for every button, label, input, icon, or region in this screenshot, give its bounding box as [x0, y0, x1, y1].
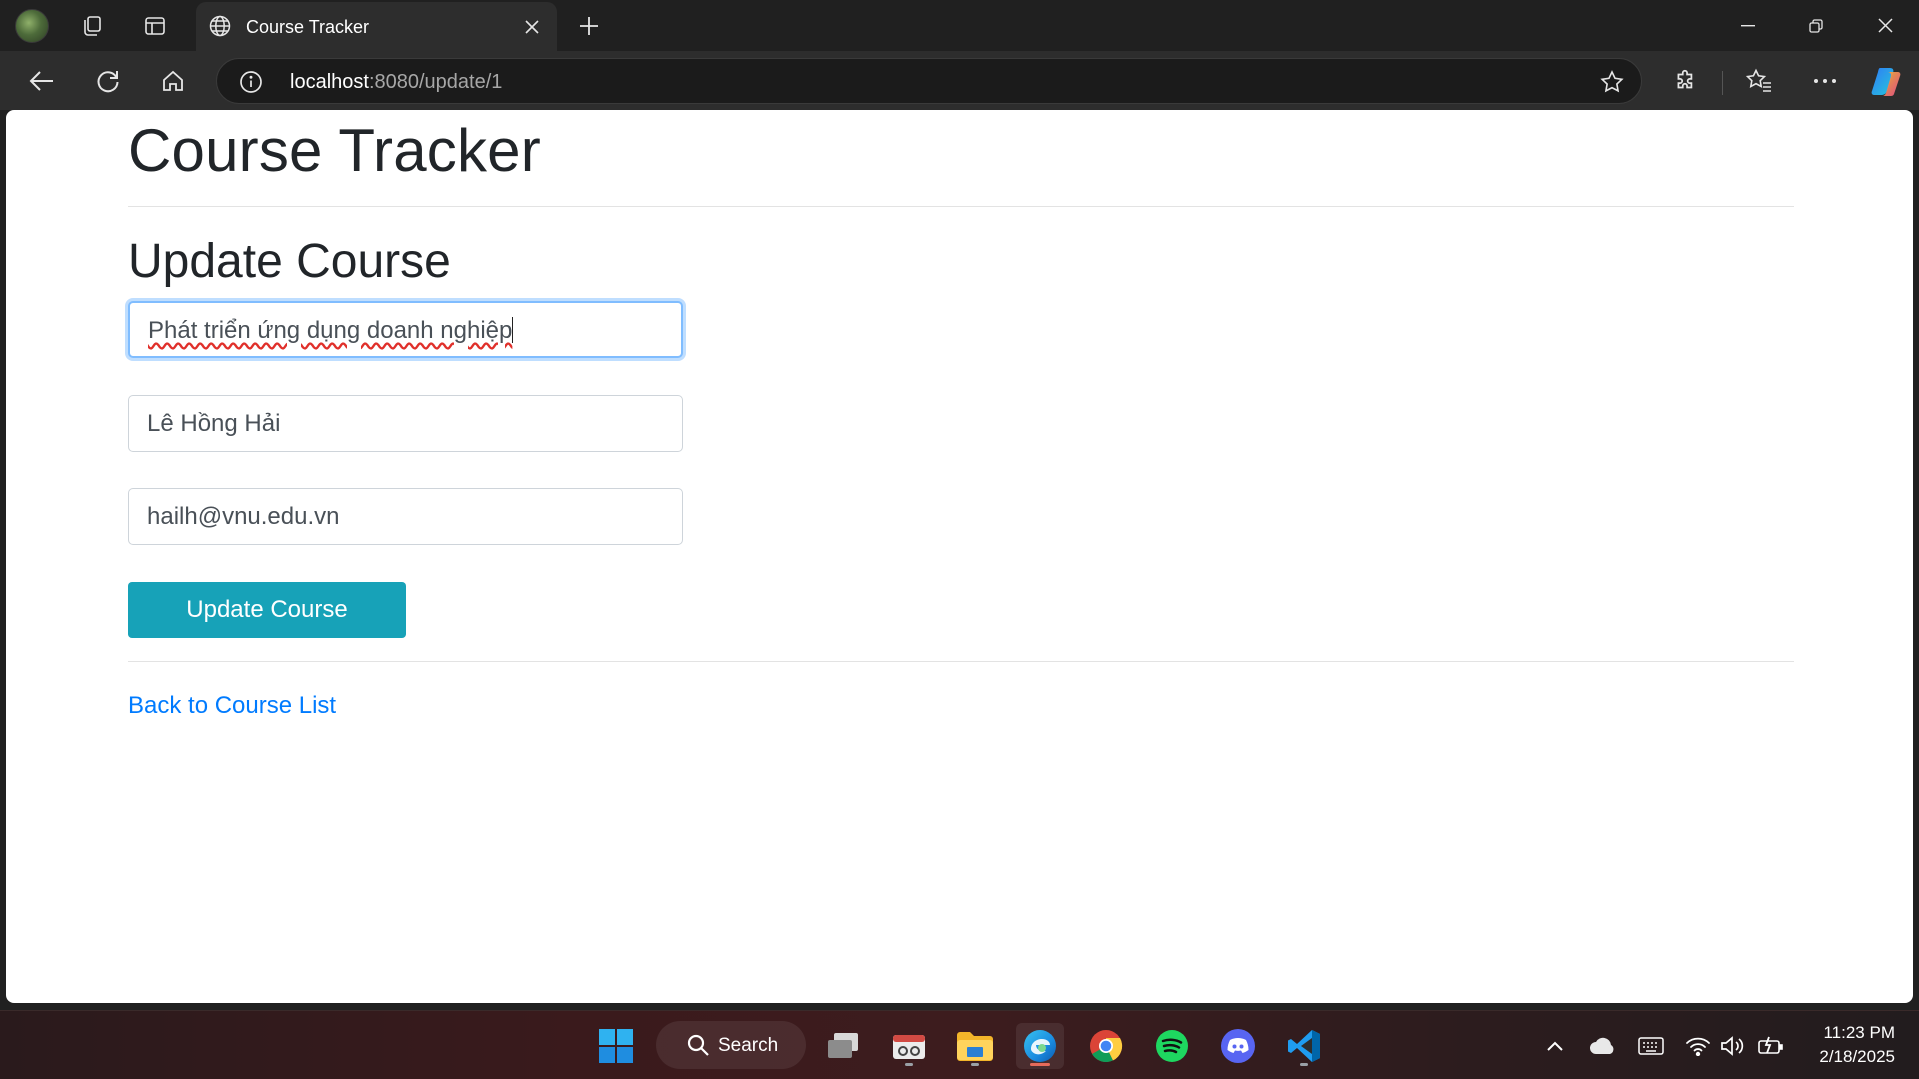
new-tab-icon[interactable]	[571, 8, 607, 44]
chrome-icon[interactable]	[1082, 1023, 1130, 1069]
running-indicator	[1300, 1063, 1308, 1066]
instructor-value: Lê Hồng Hải	[147, 410, 281, 437]
course-name-value: Phát triển ứng dụng doanh nghiệp	[148, 317, 514, 345]
minimize-icon[interactable]	[1713, 0, 1783, 51]
browser-title-bar: Course Tracker	[0, 0, 1919, 51]
windows-taskbar: Search 11:23 PM 2/18/2025	[0, 1010, 1919, 1079]
url-path: :8080/update/1	[368, 71, 503, 93]
tab-title: Course Tracker	[246, 17, 370, 37]
site-info-icon[interactable]	[239, 70, 263, 99]
snipping-tool-icon[interactable]	[885, 1023, 933, 1069]
task-view-icon[interactable]	[819, 1023, 867, 1069]
form-title: Update Course	[128, 235, 451, 288]
keyboard-icon[interactable]	[1636, 1031, 1666, 1061]
discord-icon[interactable]	[1214, 1023, 1262, 1069]
browser-toolbar: localhost:8080/update/1	[0, 51, 1919, 110]
refresh-icon[interactable]	[88, 61, 128, 101]
file-explorer-icon[interactable]	[951, 1023, 999, 1069]
course-name-text: Phát triển ứng dụng doanh nghiệp	[148, 317, 513, 344]
search-label: Search	[718, 1035, 779, 1056]
course-name-input[interactable]: Phát triển ứng dụng doanh nghiệp	[128, 301, 683, 358]
web-page: Course Tracker Update Course Phát triển …	[6, 110, 1913, 1003]
url-host: localhost	[290, 71, 369, 93]
volume-icon[interactable]	[1718, 1031, 1748, 1061]
tab-course-tracker[interactable]: Course Tracker	[196, 2, 557, 51]
toolbar-divider	[1722, 71, 1723, 95]
system-clock[interactable]: 11:23 PM 2/18/2025	[1819, 1021, 1895, 1069]
update-course-button[interactable]: Update Course	[128, 582, 406, 638]
battery-icon[interactable]	[1756, 1031, 1786, 1061]
search-icon	[686, 1033, 710, 1063]
active-indicator	[1030, 1063, 1050, 1066]
email-input[interactable]: hailh@vnu.edu.vn	[128, 488, 683, 545]
workspaces-icon[interactable]	[74, 8, 110, 44]
tab-actions-icon[interactable]	[137, 8, 173, 44]
extensions-icon[interactable]	[1666, 61, 1706, 101]
close-window-icon[interactable]	[1850, 0, 1919, 51]
taskbar-search[interactable]: Search	[656, 1021, 806, 1069]
clock-time: 11:23 PM	[1823, 1023, 1895, 1042]
instructor-input[interactable]: Lê Hồng Hải	[128, 395, 683, 452]
vscode-icon[interactable]	[1280, 1023, 1328, 1069]
address-bar[interactable]: localhost:8080/update/1	[216, 58, 1642, 104]
onedrive-icon[interactable]	[1588, 1031, 1618, 1061]
home-icon[interactable]	[153, 61, 193, 101]
back-arrow-icon[interactable]	[22, 61, 62, 101]
more-options-icon[interactable]	[1805, 61, 1845, 101]
running-indicator	[971, 1063, 979, 1066]
page-container: Course Tracker Update Course Phát triển …	[128, 110, 1794, 1003]
running-indicator	[905, 1063, 913, 1066]
favorites-icon[interactable]	[1739, 61, 1779, 101]
wifi-icon[interactable]	[1683, 1031, 1713, 1061]
close-tab-icon[interactable]	[515, 10, 549, 44]
url-text[interactable]: localhost:8080/update/1	[290, 71, 502, 94]
header-divider	[128, 206, 1794, 207]
restore-icon[interactable]	[1781, 0, 1851, 51]
globe-icon	[208, 14, 232, 43]
footer-divider	[128, 661, 1794, 662]
favorite-star-icon[interactable]	[1599, 69, 1625, 100]
email-value: hailh@vnu.edu.vn	[147, 503, 340, 530]
spotify-icon[interactable]	[1148, 1023, 1196, 1069]
edge-browser-icon[interactable]	[1016, 1023, 1064, 1069]
back-to-course-list-link[interactable]: Back to Course List	[128, 692, 336, 720]
chevron-up-icon[interactable]	[1540, 1031, 1570, 1061]
profile-avatar[interactable]	[15, 9, 49, 43]
text-caret	[512, 317, 514, 343]
site-title: Course Tracker	[128, 117, 541, 184]
copilot-icon[interactable]	[1867, 61, 1907, 101]
start-icon[interactable]	[592, 1023, 640, 1069]
clock-date: 2/18/2025	[1819, 1047, 1895, 1066]
